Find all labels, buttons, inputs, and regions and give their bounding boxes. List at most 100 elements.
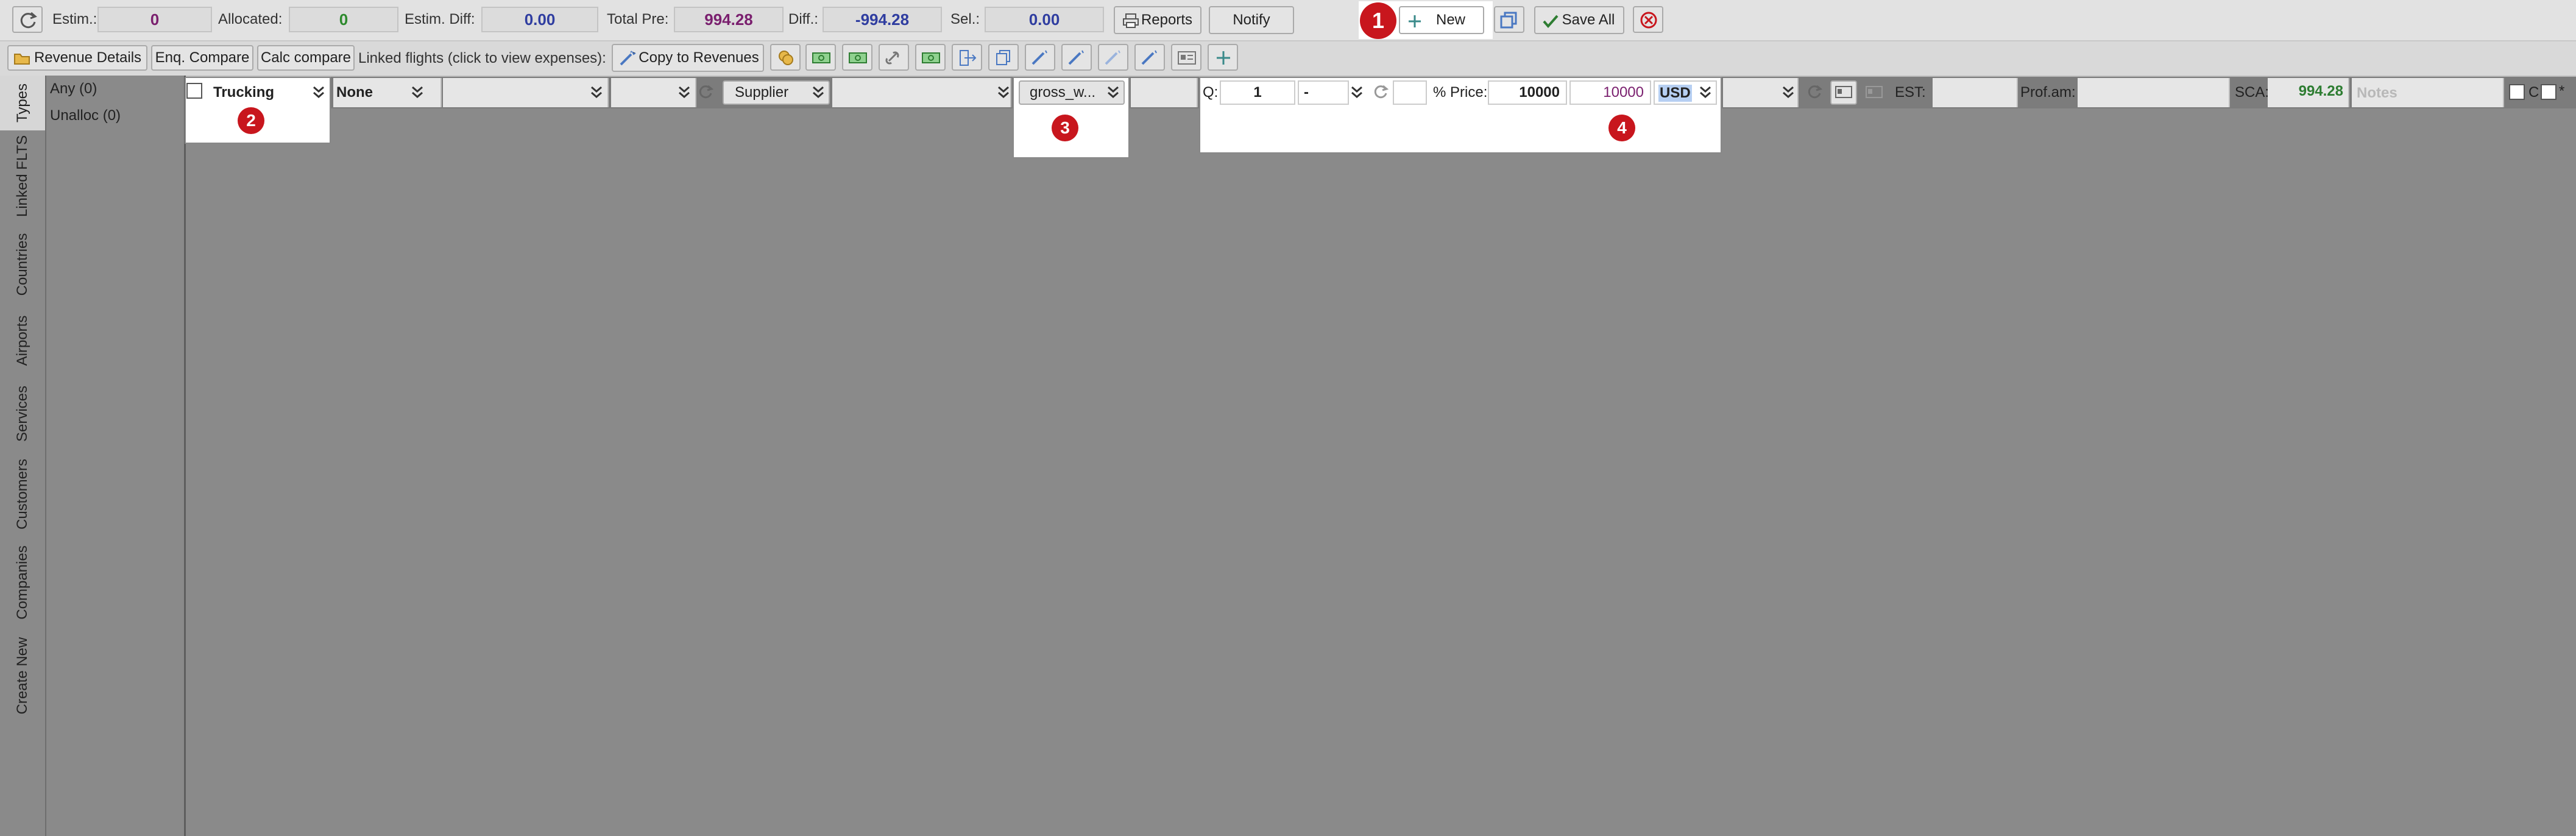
check-icon	[1543, 15, 1559, 29]
toolbar-export-button[interactable]	[952, 44, 982, 71]
chevron-down-icon[interactable]	[411, 85, 424, 99]
badge-4: 4	[1608, 115, 1635, 141]
new-label: New	[1435, 12, 1465, 28]
side-tab-types[interactable]: Types	[0, 76, 45, 130]
linked-flights-label: Linked flights (click to view expenses):	[358, 50, 606, 66]
badge-2: 2	[238, 107, 264, 134]
toolbar-wand-button-3[interactable]	[1098, 44, 1128, 71]
supplier-label: Supplier	[735, 84, 789, 101]
empty-select-1[interactable]	[443, 78, 609, 107]
prof-am-input[interactable]	[2078, 78, 2230, 107]
total-pre-value: 994.28	[674, 7, 784, 32]
notify-button[interactable]: Notify	[1209, 6, 1294, 34]
copy-icon	[996, 50, 1010, 65]
side-tab-countries-label: Countries	[14, 233, 30, 296]
chevron-down-icon[interactable]	[997, 85, 1010, 99]
reports-label: Reports	[1141, 12, 1193, 28]
chevron-down-icon[interactable]	[678, 85, 691, 99]
est-input[interactable]	[1933, 78, 2018, 107]
refresh-button[interactable]	[12, 6, 43, 33]
side-tab-customers[interactable]: Customers	[0, 453, 45, 535]
toolbar-money-button-2[interactable]	[842, 44, 872, 71]
quantity-input[interactable]: 1	[1220, 80, 1295, 105]
row-checkbox-c[interactable]	[2509, 84, 2525, 100]
toolbar-link-button[interactable]	[879, 44, 909, 71]
toolbar-money-button-3[interactable]	[915, 44, 946, 71]
filter-unalloc[interactable]: Unalloc (0)	[50, 107, 121, 124]
toolbar-wand-button-2[interactable]	[1061, 44, 1092, 71]
side-tab-linked-flts[interactable]: Linked FLTS	[0, 130, 45, 222]
price-input[interactable]: 10000	[1488, 80, 1567, 105]
percent-input[interactable]	[1393, 80, 1427, 105]
sel-value: 0.00	[985, 7, 1104, 32]
revenue-details-button[interactable]: Revenue Details	[7, 45, 147, 71]
sel-label: Sel.:	[950, 11, 980, 27]
toolbar-add-button[interactable]	[1208, 44, 1238, 71]
allocated-label: Allocated:	[218, 11, 283, 27]
unit-select[interactable]: -	[1298, 80, 1349, 105]
side-tab-services-label: Services	[14, 385, 30, 442]
row-checkbox[interactable]	[186, 83, 202, 99]
diff-label: Diff.:	[788, 11, 818, 27]
toolbar-card-button[interactable]	[1171, 44, 1201, 71]
magic-wand-icon	[1031, 50, 1047, 65]
revenue-details-label: Revenue Details	[34, 49, 142, 66]
side-tab-airports[interactable]: Airports	[0, 307, 45, 374]
c-label: C	[2528, 84, 2539, 101]
est-label: EST:	[1895, 84, 1926, 101]
side-tab-services[interactable]: Services	[0, 380, 45, 447]
diff-value: -994.28	[823, 7, 942, 32]
id-card-icon	[1835, 86, 1852, 98]
magic-wand-icon	[1105, 50, 1120, 65]
plus-icon	[1409, 15, 1421, 27]
magic-wand-icon	[1141, 50, 1157, 65]
save-all-button[interactable]: Save All	[1534, 6, 1624, 34]
service-select[interactable]: Trucking	[213, 84, 274, 101]
toolbar-coins-button[interactable]	[770, 44, 801, 71]
filter-any[interactable]: Any (0)	[50, 80, 97, 97]
toolbar-copy-button[interactable]	[988, 44, 1019, 71]
money-icon	[812, 52, 830, 63]
chevron-down-icon[interactable]	[590, 85, 603, 99]
plus-icon	[1217, 51, 1230, 65]
side-tab-countries[interactable]: Countries	[0, 228, 45, 301]
new-button[interactable]: New	[1399, 6, 1484, 34]
row-checkbox-star[interactable]	[2541, 84, 2557, 100]
toolbar-money-button-1[interactable]	[805, 44, 836, 71]
side-tab-create-new[interactable]: Create New	[0, 630, 45, 721]
star-icon: *	[2559, 83, 2565, 99]
toolbar-wand-button-4[interactable]	[1134, 44, 1165, 71]
close-button[interactable]	[1633, 6, 1663, 33]
calc-compare-label: Calc compare	[260, 49, 352, 66]
notify-label: Notify	[1233, 12, 1270, 28]
total-pre-label: Total Pre:	[607, 11, 669, 27]
printer-icon	[1123, 13, 1139, 28]
badge-1: 1	[1360, 2, 1396, 39]
notes-placeholder: Notes	[2357, 85, 2397, 101]
chevron-down-icon[interactable]	[312, 85, 325, 99]
refresh-icon[interactable]	[697, 84, 714, 101]
chevron-down-icon[interactable]	[1782, 85, 1795, 99]
chevron-down-icon[interactable]	[1350, 85, 1364, 99]
copy-icon	[1500, 12, 1517, 29]
toolbar-wand-button-1[interactable]	[1025, 44, 1055, 71]
money-icon	[922, 52, 940, 63]
card-button-2[interactable]	[1862, 80, 1886, 105]
card-button-1[interactable]	[1830, 80, 1857, 105]
side-tab-companies[interactable]: Companies	[0, 541, 45, 624]
id-card-icon	[1866, 86, 1883, 98]
side-tab-customers-label: Customers	[14, 458, 30, 530]
magic-wand-icon	[620, 51, 636, 66]
refresh-icon[interactable]	[1806, 84, 1823, 101]
refresh-icon[interactable]	[1372, 84, 1389, 101]
enq-compare-button[interactable]: Enq. Compare	[151, 45, 253, 71]
gross-weight-label: gross_w...	[1030, 84, 1096, 101]
copy-window-button[interactable]	[1494, 6, 1524, 33]
calc-compare-button[interactable]: Calc compare	[257, 45, 355, 71]
reports-button[interactable]: Reports	[1114, 6, 1201, 34]
empty-select-3[interactable]	[832, 78, 1011, 107]
chevron-down-icon	[1700, 86, 1711, 98]
side-tab-airports-label: Airports	[14, 315, 30, 366]
copy-to-revenues-button[interactable]: Copy to Revenues	[612, 44, 764, 72]
allocated-value: 0	[289, 7, 398, 32]
